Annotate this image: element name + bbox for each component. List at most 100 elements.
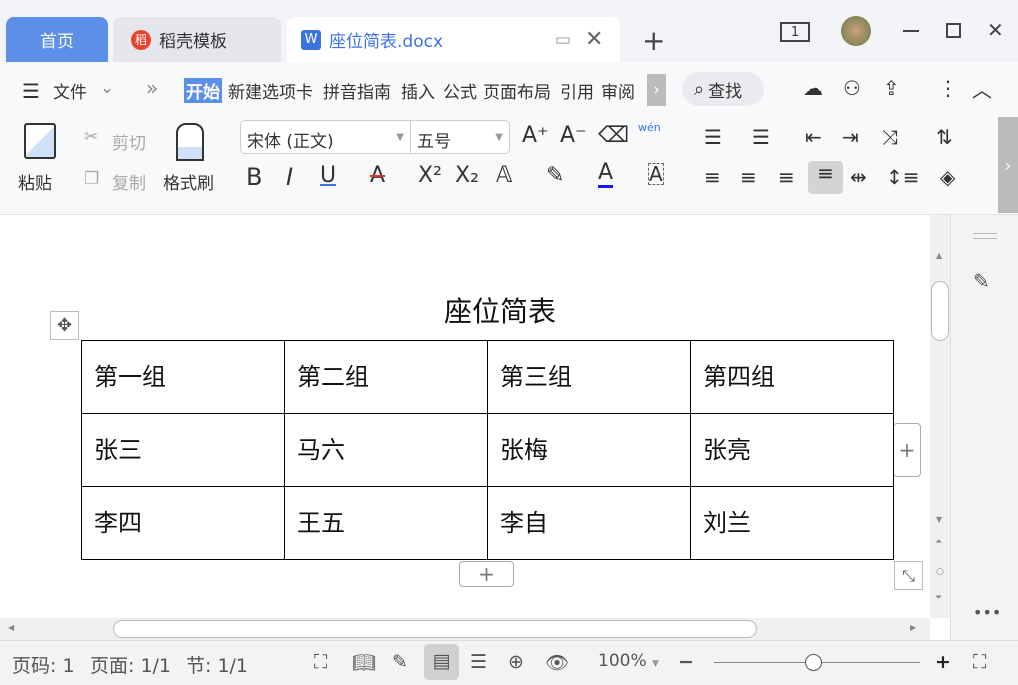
char-shading-icon[interactable]: A [648, 163, 664, 185]
chevron-down-icon[interactable]: ⌄ [100, 78, 114, 98]
scroll-thumb[interactable] [931, 281, 949, 341]
outline-view-icon[interactable]: ☰ [470, 651, 487, 673]
minimize-icon[interactable] [903, 30, 919, 32]
resize-table-icon[interactable]: ⤡ [894, 561, 923, 590]
table-cell[interactable]: 第四组 [690, 340, 894, 414]
page-view-icon[interactable]: ▤ [424, 644, 459, 680]
table-cell[interactable]: 第一组 [81, 340, 285, 414]
format-painter-button[interactable]: 格式刷 [163, 169, 214, 194]
zoom-out-button[interactable]: − [678, 651, 694, 673]
table-cell[interactable]: 马六 [284, 413, 488, 487]
eye-protection-icon[interactable]: 👁︎ [545, 651, 569, 674]
tab-layout[interactable]: 页面布局 [483, 78, 551, 103]
ribbon-scroll-right-button[interactable]: › [998, 117, 1018, 213]
format-painter-icon[interactable] [176, 123, 204, 161]
screen-icon[interactable]: ▭ [555, 30, 571, 50]
fit-page-icon[interactable]: ⛶ [973, 651, 986, 673]
tab-formula[interactable]: 公式 [443, 78, 477, 103]
bold-icon[interactable]: B [246, 163, 262, 191]
prev-page-icon[interactable]: ⏶ [935, 537, 942, 547]
tab-daoke[interactable]: 稻稻壳模板 [113, 17, 281, 62]
zoom-in-button[interactable]: + [935, 651, 951, 673]
page-number[interactable]: 页码: 1 [12, 651, 75, 678]
superscript-icon[interactable]: X² [418, 163, 442, 188]
menu-hamburger-icon[interactable]: ☰ [22, 79, 40, 103]
table-cell[interactable]: 第二组 [284, 340, 488, 414]
tab-pinyin[interactable]: 拼音指南 [323, 78, 391, 103]
fullscreen-icon[interactable]: ⛶ [314, 651, 327, 673]
select-browse-icon[interactable]: ○ [936, 567, 944, 577]
more-options-icon[interactable]: ⋮ [938, 76, 958, 100]
numbering-icon[interactable]: ☰ [752, 125, 770, 149]
paste-icon[interactable] [24, 123, 56, 159]
scissors-icon[interactable]: ✂ [84, 127, 98, 147]
write-mode-icon[interactable]: ✎ [392, 651, 408, 673]
page-count[interactable]: 页面: 1/1 [90, 651, 171, 678]
panel-handle-icon[interactable] [973, 233, 997, 239]
text-direction-icon[interactable]: ⤨ [882, 125, 898, 149]
font-color-icon[interactable]: A [598, 161, 614, 188]
highlight-icon[interactable]: ✎ [546, 163, 564, 188]
table-cell[interactable]: 王五 [284, 486, 488, 560]
sort-icon[interactable]: ⇅ [936, 125, 953, 149]
table-cell[interactable]: 李自 [487, 486, 691, 560]
avatar[interactable] [841, 16, 871, 46]
grow-font-icon[interactable]: A⁺ [522, 123, 549, 148]
strikethrough-icon[interactable]: A [370, 163, 385, 188]
subscript-icon[interactable]: X₂ [455, 163, 479, 188]
more-tools-icon[interactable]: ••• [973, 603, 1001, 622]
edit-pen-icon[interactable]: ✎ [973, 269, 990, 293]
justify-icon[interactable]: ≡ [808, 161, 843, 194]
cloud-sync-icon[interactable]: ☁ [803, 76, 823, 100]
decrease-indent-icon[interactable]: ⇤ [805, 125, 822, 149]
pinyin-guide-icon[interactable]: wén [638, 121, 661, 134]
tab-references[interactable]: 引用 [560, 78, 594, 103]
scroll-down-icon[interactable]: ▼ [936, 515, 942, 524]
scroll-tabs-right-button[interactable]: › [647, 74, 666, 106]
clear-format-icon[interactable]: ⌫ [598, 123, 629, 148]
text-effect-icon[interactable]: 𝔸 [496, 163, 512, 188]
tab-insert[interactable]: 插入 [401, 78, 435, 103]
next-page-icon[interactable]: ⏷ [935, 593, 942, 603]
bullets-icon[interactable]: ☰ [704, 125, 722, 149]
table-cell[interactable]: 张三 [81, 413, 285, 487]
align-left-icon[interactable]: ≡ [704, 165, 721, 189]
tab-home[interactable]: 首页 [6, 17, 108, 62]
close-icon[interactable]: ✕ [987, 18, 1004, 42]
export-icon[interactable]: ⇪ [883, 76, 900, 100]
horizontal-scrollbar[interactable]: ◀ ▶ [0, 618, 930, 640]
zoom-slider-handle[interactable] [805, 654, 822, 671]
copy-icon[interactable]: ❐ [84, 169, 99, 189]
table-cell[interactable]: 张亮 [690, 413, 894, 487]
vertical-scrollbar[interactable]: ▲ ▼ ⏶ ○ ⏷ [930, 215, 950, 618]
search-button[interactable]: ⌕ 查找 [682, 72, 764, 106]
window-count-badge[interactable]: 1 [780, 22, 810, 42]
reading-mode-icon[interactable]: 📖︎ [352, 651, 376, 674]
align-right-icon[interactable]: ≡ [778, 165, 795, 189]
distribute-icon[interactable]: ⇹ [850, 165, 867, 189]
share-user-icon[interactable]: ⚇ [843, 76, 861, 100]
maximize-icon[interactable] [946, 23, 961, 38]
font-family-select[interactable]: 宋体 (正文) ▼ [240, 120, 411, 154]
tab-document[interactable]: W 座位简表.docx ▭ ✕ [287, 17, 620, 62]
fill-icon[interactable]: ◈ [940, 165, 955, 189]
table-cell[interactable]: 第三组 [487, 340, 691, 414]
collapse-ribbon-icon[interactable]: ︿ [972, 74, 992, 103]
web-view-icon[interactable]: ⊕ [508, 651, 524, 673]
scroll-up-icon[interactable]: ▲ [936, 251, 942, 260]
italic-icon[interactable]: I [286, 163, 293, 191]
add-column-button[interactable]: + [893, 423, 921, 477]
file-menu[interactable]: 文件 [53, 78, 87, 103]
close-tab-icon[interactable]: ✕ [585, 27, 603, 52]
font-size-select[interactable]: 五号 ▼ [410, 120, 510, 154]
tab-start[interactable]: 开始 [184, 78, 222, 103]
tab-review[interactable]: 审阅 [601, 78, 635, 103]
new-tab-button[interactable]: + [642, 24, 665, 57]
h-scroll-thumb[interactable] [113, 620, 757, 638]
section[interactable]: 节: 1/1 [186, 651, 248, 678]
table-cell[interactable]: 刘兰 [690, 486, 894, 560]
line-spacing-icon[interactable]: ↕≡ [886, 165, 920, 189]
scroll-left-icon[interactable]: ◀ [8, 623, 14, 632]
cut-button[interactable]: 剪切 [112, 129, 146, 154]
underline-icon[interactable]: U [320, 163, 336, 188]
